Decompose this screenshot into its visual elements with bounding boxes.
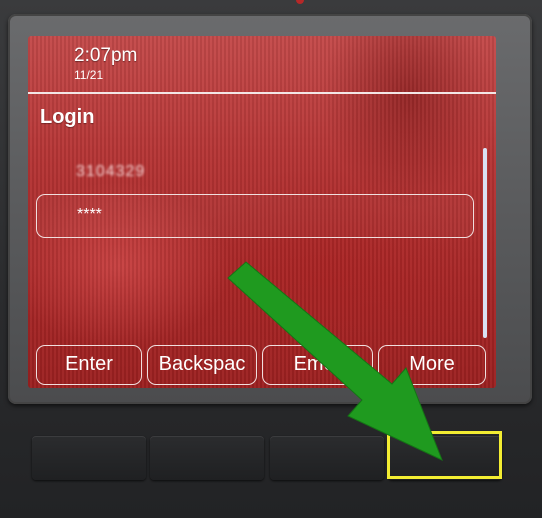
phone-device: 2:07pm 11/21 Login 3104329 **** Enter Ba… <box>0 0 542 518</box>
green-arrow-icon <box>227 261 443 461</box>
